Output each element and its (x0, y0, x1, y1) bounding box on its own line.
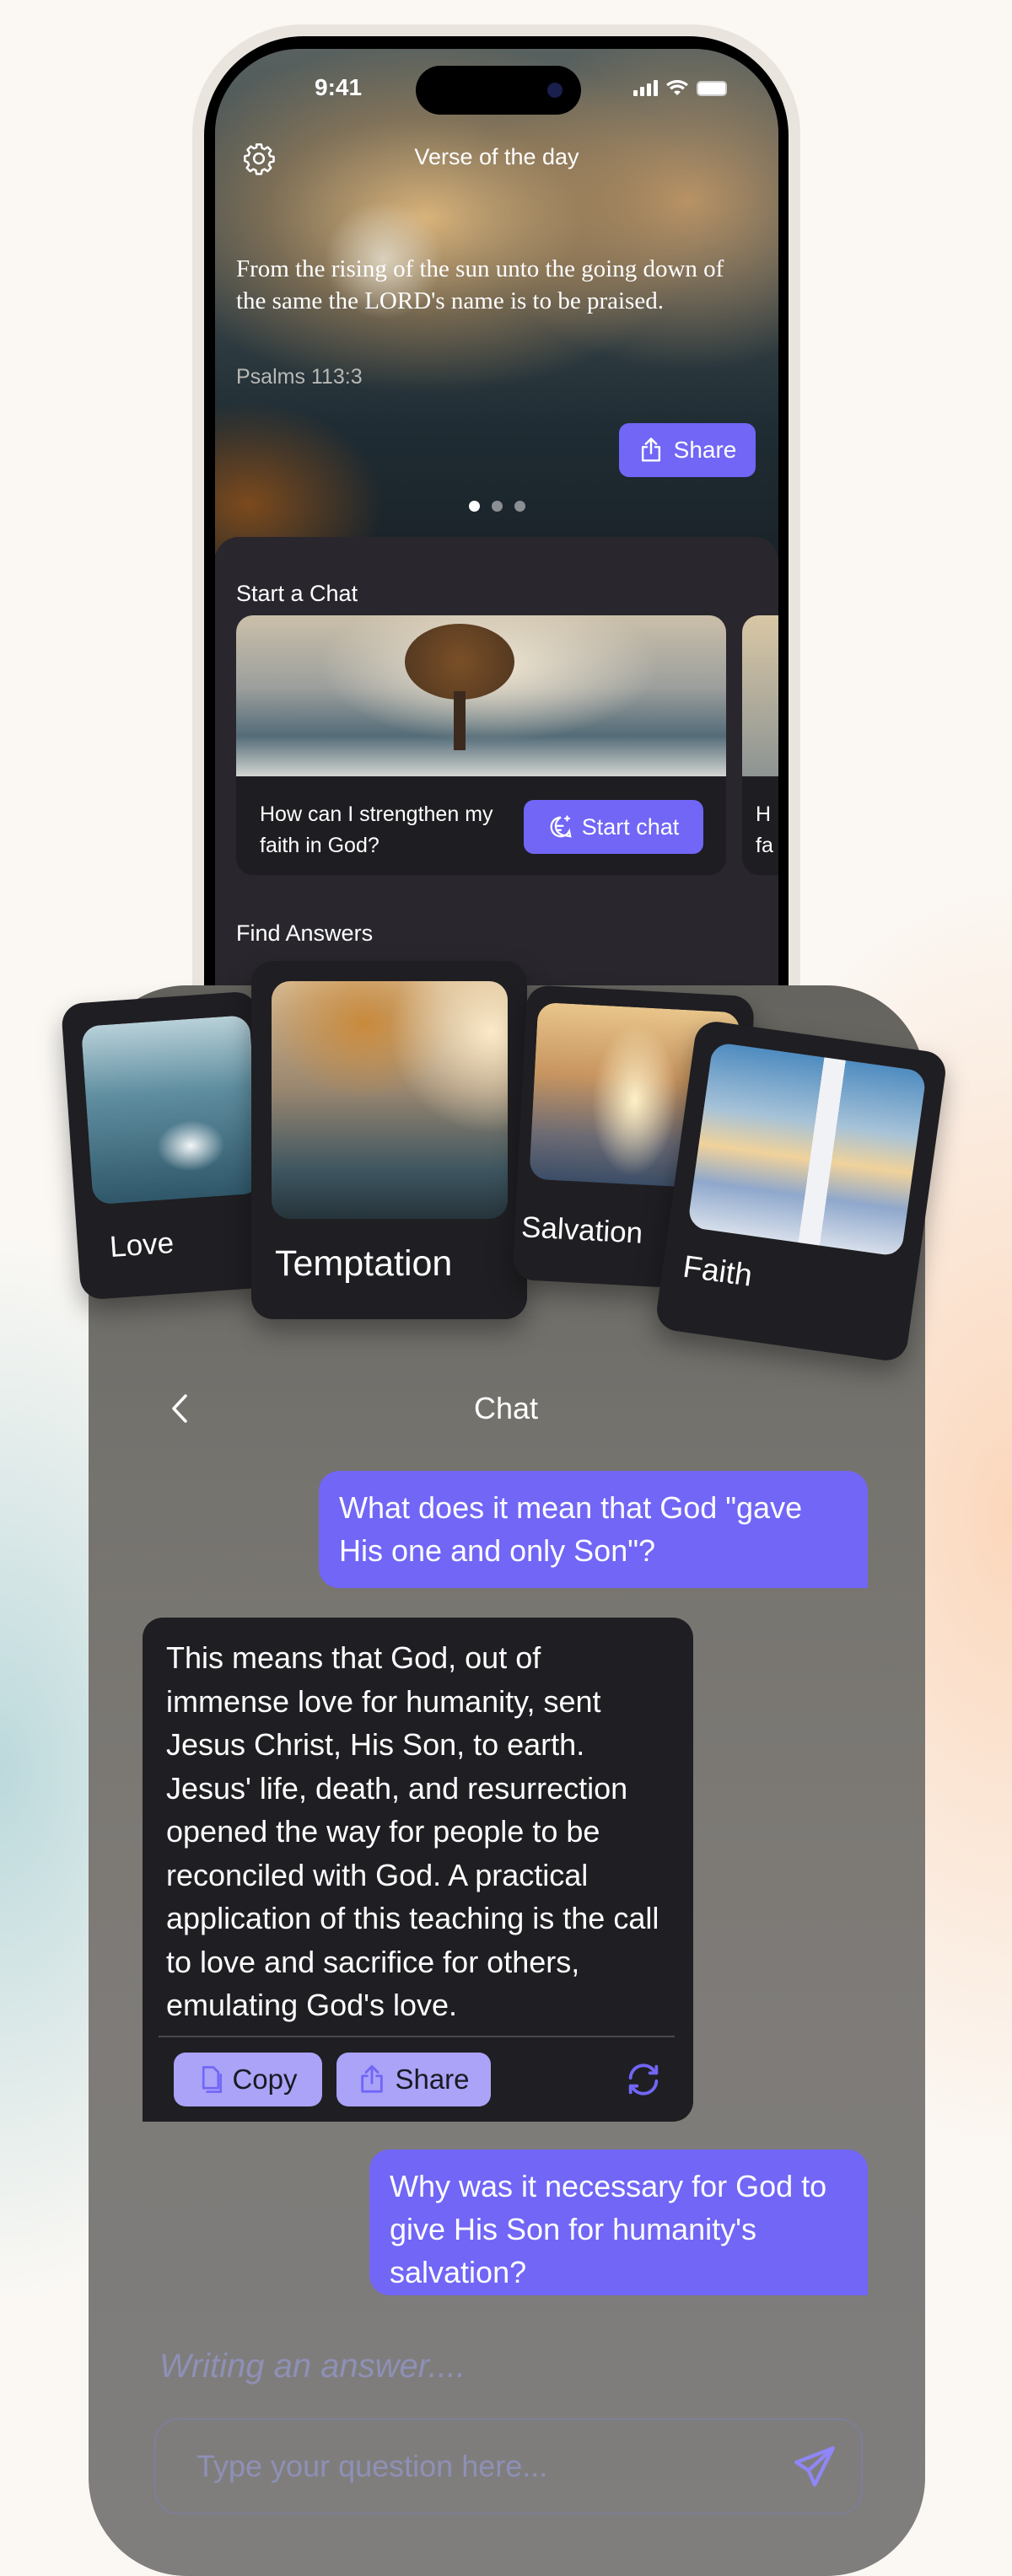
question-input-box[interactable] (154, 2418, 863, 2514)
assistant-message-text: This means that God, out of immense love… (166, 1640, 659, 2022)
chat-starter-card-next[interactable]: H fa (742, 615, 778, 875)
share-icon (361, 2065, 384, 2093)
user-message: What does it mean that God "gave His one… (319, 1471, 868, 1588)
topic-card-faith[interactable]: Faith (654, 1018, 949, 1364)
battery-icon (697, 81, 727, 96)
chat-sparkle-icon (550, 815, 572, 838)
carousel-dots[interactable] (215, 501, 778, 512)
start-chat-label: Start chat (581, 813, 680, 840)
status-icons (633, 79, 727, 96)
dynamic-island (416, 66, 581, 115)
copy-icon (202, 2066, 223, 2093)
page-dot-2[interactable] (491, 501, 503, 512)
verse-reference: Psalms 113:3 (236, 365, 363, 389)
message-divider (159, 2036, 675, 2037)
share-message-label: Share (395, 2063, 470, 2095)
topic-label-love: Love (108, 1226, 175, 1264)
verse-of-the-day-title: Verse of the day (414, 144, 579, 169)
chat-title: Chat (473, 1391, 539, 1425)
send-icon[interactable] (790, 2442, 839, 2491)
start-chat-button[interactable]: Start chat (524, 800, 703, 854)
assistant-message: This means that God, out of immense love… (143, 1618, 693, 2122)
user-message: Why was it necessary for God to give His… (369, 2149, 868, 2295)
tree-landscape-image (236, 615, 726, 776)
tree-serpent-image (272, 981, 508, 1219)
share-message-button[interactable]: Share (336, 2053, 491, 2106)
find-answers-heading: Find Answers (236, 920, 374, 946)
share-verse-button[interactable]: Share (619, 423, 756, 477)
typing-status: Writing an answer.... (159, 2348, 466, 2385)
regenerate-icon[interactable] (624, 2060, 663, 2099)
copy-button[interactable]: Copy (174, 2053, 322, 2106)
next-card-image (742, 615, 778, 776)
topic-label-temptation: Temptation (275, 1243, 453, 1284)
share-label: Share (673, 437, 737, 463)
lighthouse-image (686, 1041, 928, 1258)
topic-card-love[interactable]: Love (61, 990, 277, 1301)
copy-label: Copy (232, 2063, 298, 2095)
topic-label-salvation: Salvation (520, 1210, 644, 1250)
start-chat-heading: Start a Chat (236, 581, 358, 606)
status-time: 9:41 (315, 74, 363, 100)
signal-icon (633, 80, 658, 96)
topic-card-temptation[interactable]: Temptation (251, 961, 527, 1319)
page-dot-1[interactable] (468, 501, 480, 512)
wifi-icon (666, 79, 688, 95)
home-screen: 9:41 Verse of the day From the rising of… (215, 49, 778, 1111)
next-card-question-partial: H fa (756, 802, 773, 857)
share-icon (641, 437, 660, 462)
chat-starter-card[interactable]: How can I strengthen my faith in God? St… (236, 615, 726, 875)
page-dot-3[interactable] (514, 501, 525, 512)
swans-image (80, 1014, 262, 1205)
topic-label-faith: Faith (681, 1248, 755, 1293)
verse-text: From the rising of the sun unto the goin… (236, 255, 724, 314)
question-input[interactable] (196, 2420, 770, 2513)
chat-starter-question: How can I strengthen my faith in God? (260, 802, 493, 857)
